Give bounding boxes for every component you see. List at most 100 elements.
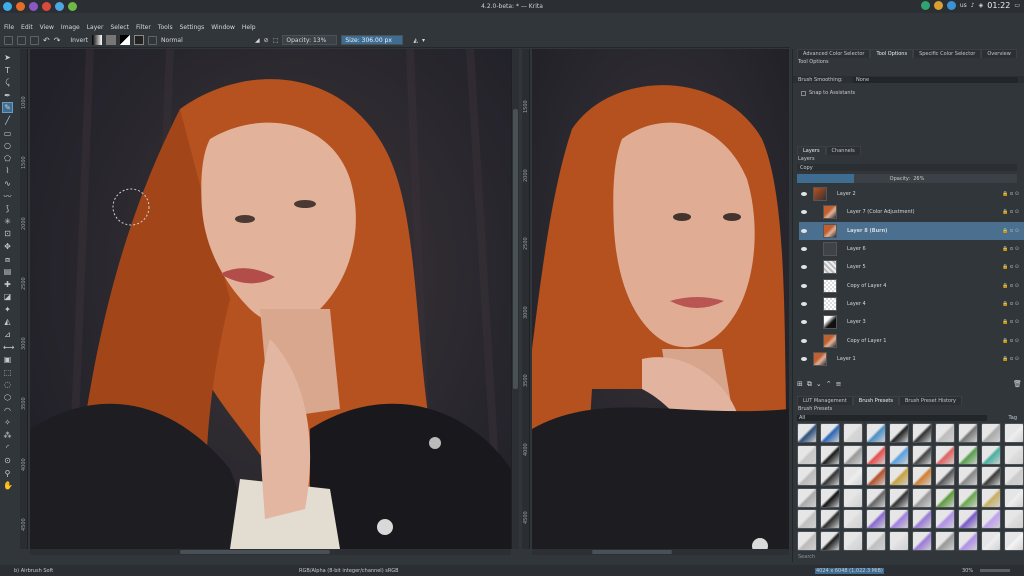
color-picker-icon[interactable]: ✚ bbox=[3, 280, 12, 289]
zoom-slider[interactable] bbox=[980, 569, 1010, 572]
tray-icon-3[interactable] bbox=[946, 1, 956, 10]
brush-preset-icon[interactable] bbox=[912, 509, 932, 529]
text-icon[interactable]: T bbox=[3, 66, 12, 75]
menu-tools[interactable]: Tools bbox=[158, 24, 173, 31]
status-image-size[interactable]: 4024 x 6048 (1,022.3 MiB) bbox=[815, 567, 884, 574]
freehand-select-icon[interactable]: ◠ bbox=[3, 406, 12, 415]
brush-preset-icon[interactable] bbox=[797, 423, 817, 443]
chrome-icon[interactable] bbox=[42, 2, 51, 11]
app-icon-2[interactable] bbox=[68, 2, 77, 11]
brush-preset-icon[interactable] bbox=[866, 444, 886, 465]
menu-window[interactable]: Window bbox=[211, 24, 235, 31]
opacity-slider[interactable]: Opacity: 13% bbox=[282, 35, 338, 45]
brush-preset-icon[interactable] bbox=[912, 466, 932, 486]
tab-layers[interactable]: Layers bbox=[797, 146, 826, 155]
layer-property-icons[interactable]: 🔒 α ⊙ bbox=[1002, 264, 1019, 270]
properties-icon[interactable]: ≡ bbox=[836, 380, 842, 389]
layer-row[interactable]: Layer 2 🔒 α ⊙ bbox=[799, 185, 1024, 203]
brush-preset-icon[interactable] bbox=[889, 423, 909, 443]
status-brush-name[interactable]: b) Airbrush Soft bbox=[14, 568, 53, 574]
layer-row[interactable]: Layer 6 🔒 α ⊙ bbox=[799, 240, 1024, 258]
brush-preset-icon[interactable] bbox=[958, 487, 978, 508]
tag-button[interactable]: Tag bbox=[1009, 415, 1017, 421]
layer-name[interactable]: Layer 5 bbox=[847, 264, 866, 270]
bezier-select-icon[interactable]: ◜ bbox=[3, 443, 12, 452]
polygon-icon[interactable]: ⬠ bbox=[3, 154, 12, 163]
brush-preset-icon[interactable] bbox=[935, 509, 955, 529]
volume-icon[interactable]: ♪ bbox=[971, 2, 975, 9]
brush-preset-icon[interactable] bbox=[889, 530, 909, 551]
brush-preset-icon[interactable] bbox=[958, 466, 978, 486]
brush-preset-icon[interactable] bbox=[958, 509, 978, 529]
layer-row[interactable]: Copy of Layer 1 🔒 α ⊙ bbox=[799, 331, 1024, 349]
brush-preset-icon[interactable] bbox=[866, 487, 886, 508]
undo-icon[interactable]: ↶ bbox=[43, 36, 50, 45]
layer-name[interactable]: Layer 2 bbox=[837, 191, 856, 197]
ellipse-icon[interactable]: ○ bbox=[3, 141, 12, 150]
layer-property-icons[interactable]: 🔒 α ⊙ bbox=[1002, 283, 1019, 289]
tab-brush-preset-history[interactable]: Brush Preset History bbox=[899, 396, 962, 405]
layer-property-icons[interactable]: 🔒 α ⊙ bbox=[1002, 301, 1019, 307]
visibility-eye-icon[interactable] bbox=[801, 301, 807, 306]
tray-icon-2[interactable] bbox=[933, 1, 943, 10]
brush-preset-icon[interactable] bbox=[1004, 487, 1024, 508]
bezier-icon[interactable]: ∿ bbox=[3, 179, 12, 188]
layer-row[interactable]: Layer 7 (Color Adjustment) 🔒 α ⊙ bbox=[799, 203, 1024, 221]
brush-preset-icon[interactable] bbox=[1004, 423, 1024, 443]
brush-preset-icon[interactable] bbox=[981, 487, 1001, 508]
brush-preset-icon[interactable] bbox=[981, 423, 1001, 443]
tab-lut-management[interactable]: LUT Management bbox=[797, 396, 853, 405]
invert-button[interactable]: Invert bbox=[70, 37, 88, 44]
brush-preset-icon[interactable] bbox=[1004, 509, 1024, 529]
vertical-scrollbar-left[interactable] bbox=[511, 49, 519, 549]
menu-help[interactable]: Help bbox=[242, 24, 256, 31]
delete-layer-icon[interactable]: 🗑 bbox=[1013, 380, 1022, 388]
gradient-swatch[interactable] bbox=[92, 35, 103, 45]
save-icon[interactable] bbox=[30, 35, 39, 45]
blend-mode-select-layers[interactable]: Copy bbox=[797, 164, 1017, 171]
move-icon[interactable]: ✥ bbox=[3, 242, 12, 251]
layer-row[interactable]: Copy of Layer 4 🔒 α ⊙ bbox=[799, 277, 1024, 295]
layer-row[interactable]: Layer 4 🔒 α ⊙ bbox=[799, 295, 1024, 313]
zoom-icon[interactable]: ⚲ bbox=[3, 469, 12, 478]
visibility-eye-icon[interactable] bbox=[801, 228, 807, 233]
tab-advanced-color-selector[interactable]: Advanced Color Selector bbox=[797, 49, 871, 58]
layer-property-icons[interactable]: 🔒 α ⊙ bbox=[1002, 246, 1019, 252]
pattern-swatch[interactable] bbox=[106, 35, 117, 45]
visibility-eye-icon[interactable] bbox=[801, 283, 807, 288]
brush-preset-icon[interactable] bbox=[820, 509, 840, 529]
brush-preset-icon[interactable] bbox=[958, 423, 978, 443]
app-icon[interactable] bbox=[55, 2, 64, 11]
layer-property-icons[interactable]: 🔒 α ⊙ bbox=[1002, 319, 1019, 325]
clock[interactable]: 01:22 bbox=[987, 1, 1010, 10]
rectangle-icon[interactable]: ▭ bbox=[3, 129, 12, 138]
snap-checkbox[interactable] bbox=[801, 90, 806, 96]
menu-settings[interactable]: Settings bbox=[180, 24, 205, 31]
grid-icon[interactable] bbox=[148, 35, 158, 45]
canvas-left[interactable] bbox=[30, 49, 511, 549]
menu-select[interactable]: Select bbox=[110, 24, 129, 31]
contiguous-select-icon[interactable]: ✧ bbox=[3, 418, 12, 427]
layer-row[interactable]: Layer 3 🔒 α ⊙ bbox=[799, 313, 1024, 331]
brush-preset-icon[interactable] bbox=[981, 466, 1001, 486]
size-slider[interactable]: Size: 306.00 px bbox=[341, 35, 404, 45]
menu-image[interactable]: Image bbox=[61, 24, 80, 31]
layer-name[interactable]: Layer 3 bbox=[847, 319, 866, 325]
brush-preset-icon[interactable] bbox=[843, 509, 863, 529]
brush-preset-icon[interactable] bbox=[889, 509, 909, 529]
brush-preset-icon[interactable] bbox=[866, 509, 886, 529]
mirror-horizontal-icon[interactable]: ◭ bbox=[413, 37, 418, 44]
calligraphy-icon[interactable]: ✒ bbox=[3, 91, 12, 100]
tab-tool-options[interactable]: Tool Options bbox=[870, 49, 914, 58]
brush-preset-icon[interactable] bbox=[1004, 444, 1024, 465]
brush-preset-icon[interactable] bbox=[820, 530, 840, 551]
brush-preset-icon[interactable] bbox=[889, 487, 909, 508]
brush-preset-icon[interactable] bbox=[797, 444, 817, 465]
tab-brush-presets[interactable]: Brush Presets bbox=[852, 396, 899, 405]
brush-preset-icon[interactable] bbox=[820, 487, 840, 508]
line-icon[interactable]: ╱ bbox=[3, 116, 12, 125]
visibility-eye-icon[interactable] bbox=[801, 265, 807, 270]
tray-icon-1[interactable] bbox=[920, 1, 930, 10]
menu-file[interactable]: File bbox=[4, 24, 14, 31]
brush-preset-icon[interactable] bbox=[820, 466, 840, 486]
